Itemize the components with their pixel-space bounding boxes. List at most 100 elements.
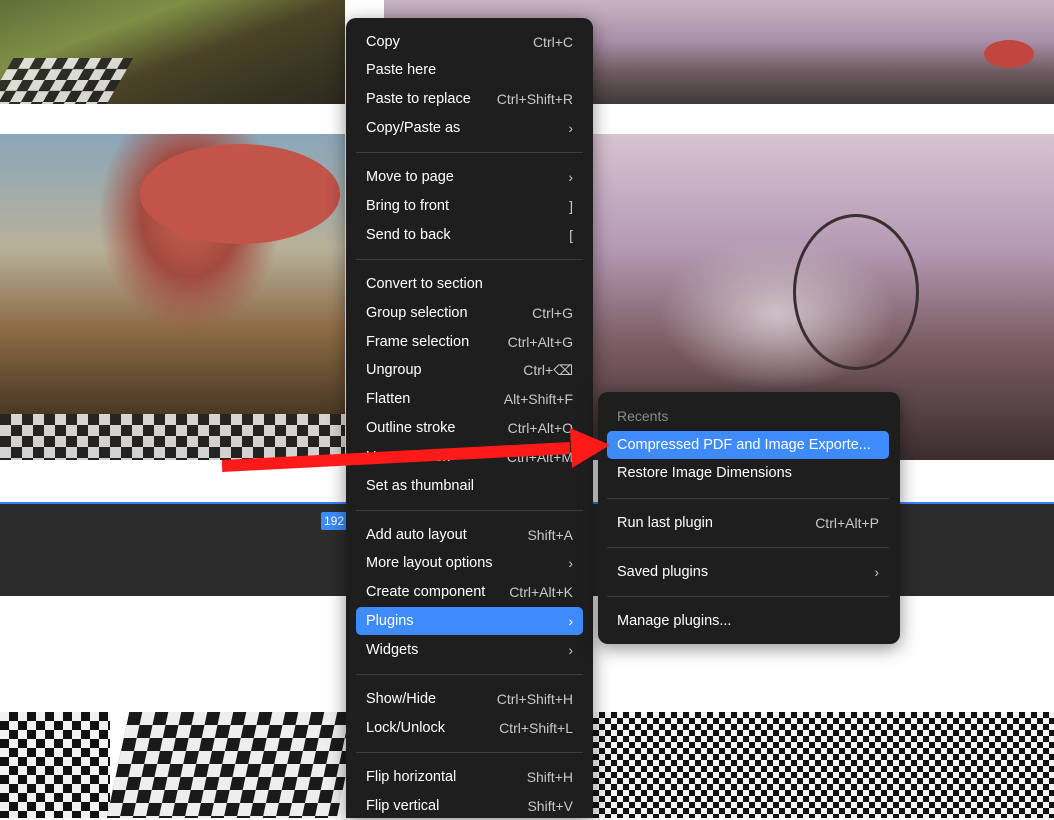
plugins-submenu: Recents Compressed PDF and Image Exporte.… [598, 392, 900, 644]
menu-item-shortcut: Shift+A [527, 527, 573, 543]
menu-item-add-auto-layout[interactable]: Add auto layout Shift+A [356, 521, 583, 549]
menu-item-label: Group selection [366, 305, 468, 321]
menu-item-shortcut: Ctrl+Alt+M [506, 449, 573, 465]
canvas-image-bottom-2[interactable] [106, 712, 360, 818]
menu-item-label: Create component [366, 584, 486, 600]
menu-item-shortcut: Shift+V [527, 798, 573, 814]
menu-item-label: Frame selection [366, 334, 470, 350]
menu-item-copy-paste-as[interactable]: Copy/Paste as › [356, 114, 583, 142]
menu-item-use-as-mask[interactable]: Use as mask Ctrl+Alt+M [356, 443, 583, 471]
canvas-image-bottom-3[interactable] [593, 712, 1054, 818]
gate-decor [793, 214, 919, 370]
menu-item-bring-to-front[interactable]: Bring to front] [356, 192, 583, 220]
submenu-separator [607, 596, 889, 597]
menu-item-convert-to-section[interactable]: Convert to section [356, 270, 583, 298]
chevron-right-icon: › [568, 169, 573, 185]
chevron-right-icon: › [568, 642, 573, 658]
chevron-right-icon: › [568, 613, 573, 629]
menu-item-send-to-back[interactable]: Send to back [ [356, 221, 583, 249]
checkered-path [0, 58, 134, 104]
menu-item-lock-unlock[interactable]: Lock/Unlock Ctrl+Shift+L [356, 714, 583, 742]
menu-item-label: Widgets [366, 642, 419, 658]
menu-item-more-layout-options[interactable]: More layout options › [356, 549, 583, 577]
menu-separator [356, 674, 583, 675]
menu-item-shortcut: Ctrl+⌫ [523, 361, 573, 378]
mushroom-cap-decor [140, 144, 340, 244]
menu-item-label: Ungroup [366, 362, 422, 378]
menu-item-label: Paste to replace [366, 91, 471, 107]
menu-item-label: Flip horizontal [366, 769, 457, 785]
context-menu: Copy Ctrl+C Paste here Paste to replace Ctrl… [346, 18, 593, 818]
menu-item-shortcut: Ctrl+Alt+K [509, 584, 573, 600]
menu-item-label: Add auto layout [366, 527, 467, 543]
menu-item-flatten[interactable]: Flatten Alt+Shift+F [356, 385, 583, 413]
menu-item-show-hide[interactable]: Show/Hide Ctrl+Shift+H [356, 685, 583, 713]
submenu-item-restore-image-dimensions[interactable]: Restore Image Dimensions [607, 459, 889, 487]
menu-item-shortcut: ] [569, 198, 573, 214]
menu-separator [356, 752, 583, 753]
submenu-item-label: Compressed PDF and Image Exporte... [617, 437, 871, 453]
menu-item-label: Paste here [366, 62, 437, 78]
canvas-image-top-left[interactable] [0, 0, 345, 104]
menu-item-shortcut: Alt+Shift+F [503, 391, 573, 407]
menu-item-label: Use as mask [366, 449, 450, 465]
submenu-item-run-last-plugin[interactable]: Run last plugin Ctrl+Alt+P [607, 509, 889, 537]
menu-item-set-as-thumbnail[interactable]: Set as thumbnail [356, 472, 583, 500]
canvas-image-bottom-1[interactable] [0, 712, 110, 818]
menu-item-move-to-page[interactable]: Move to page › [356, 163, 583, 191]
menu-item-shortcut: Ctrl+Shift+L [499, 720, 573, 736]
canvas-image-mid-left[interactable] [0, 134, 345, 460]
menu-item-label: Copy/Paste as [366, 120, 461, 136]
menu-item-label: Move to page [366, 169, 454, 185]
menu-item-paste-here[interactable]: Paste here [356, 56, 583, 84]
menu-item-label: Plugins [366, 613, 414, 629]
menu-item-label: Lock/Unlock [366, 720, 445, 736]
submenu-item-label: Saved plugins [617, 564, 709, 580]
menu-item-plugins[interactable]: Plugins › [356, 607, 583, 635]
menu-item-outline-stroke[interactable]: Outline stroke Ctrl+Alt+O [356, 414, 583, 442]
menu-item-ungroup[interactable]: Ungroup Ctrl+⌫ [356, 356, 583, 384]
submenu-item-label: Manage plugins... [617, 613, 732, 629]
menu-item-paste-to-replace[interactable]: Paste to replace Ctrl+Shift+R [356, 85, 583, 113]
submenu-separator [607, 498, 889, 499]
submenu-item-manage-plugins[interactable]: Manage plugins... [607, 607, 889, 635]
menu-item-shortcut: [ [569, 227, 573, 243]
dimension-badge: 192 [321, 512, 347, 530]
menu-item-label: Flip vertical [366, 798, 440, 814]
menu-item-copy[interactable]: Copy Ctrl+C [356, 28, 583, 56]
menu-item-label: Outline stroke [366, 420, 456, 436]
menu-item-shortcut: Ctrl+C [532, 34, 573, 50]
menu-item-shortcut: Ctrl+Shift+H [496, 691, 573, 707]
menu-item-create-component[interactable]: Create component Ctrl+Alt+K [356, 578, 583, 606]
menu-item-frame-selection[interactable]: Frame selection Ctrl+Alt+G [356, 328, 583, 356]
submenu-item-saved-plugins[interactable]: Saved plugins › [607, 558, 889, 586]
menu-item-label: Set as thumbnail [366, 478, 475, 494]
menu-item-flip-horizontal[interactable]: Flip horizontal Shift+H [356, 763, 583, 791]
menu-item-label: Convert to section [366, 276, 483, 292]
chevron-right-icon: › [568, 555, 573, 571]
menu-separator [356, 259, 583, 260]
chevron-right-icon: › [568, 120, 573, 136]
menu-separator [356, 510, 583, 511]
submenu-item-compressed-pdf-and-image-exporte[interactable]: Compressed PDF and Image Exporte... [607, 431, 889, 459]
menu-item-label: More layout options [366, 555, 493, 571]
submenu-header-recents: Recents [617, 408, 669, 424]
menu-item-shortcut: Ctrl+G [532, 305, 573, 321]
mushroom-cap-decor [984, 40, 1034, 68]
menu-item-flip-vertical[interactable]: Flip vertical Shift+V [356, 792, 583, 820]
menu-item-widgets[interactable]: Widgets › [356, 636, 583, 664]
menu-item-shortcut: Ctrl+Alt+O [507, 420, 573, 436]
menu-item-shortcut: Ctrl+Alt+G [507, 334, 573, 350]
menu-separator [356, 152, 583, 153]
menu-item-shortcut: Ctrl+Shift+R [496, 91, 573, 107]
menu-item-label: Copy [366, 34, 400, 50]
submenu-item-shortcut: Ctrl+Alt+P [815, 515, 879, 531]
checkered-floor [0, 414, 345, 460]
menu-item-label: Send to back [366, 227, 451, 243]
chevron-right-icon: › [874, 564, 879, 580]
menu-item-group-selection[interactable]: Group selection Ctrl+G [356, 299, 583, 327]
menu-item-label: Bring to front [366, 198, 450, 214]
submenu-item-label: Restore Image Dimensions [617, 465, 792, 481]
menu-item-label: Flatten [366, 391, 411, 407]
submenu-item-label: Run last plugin [617, 515, 713, 531]
